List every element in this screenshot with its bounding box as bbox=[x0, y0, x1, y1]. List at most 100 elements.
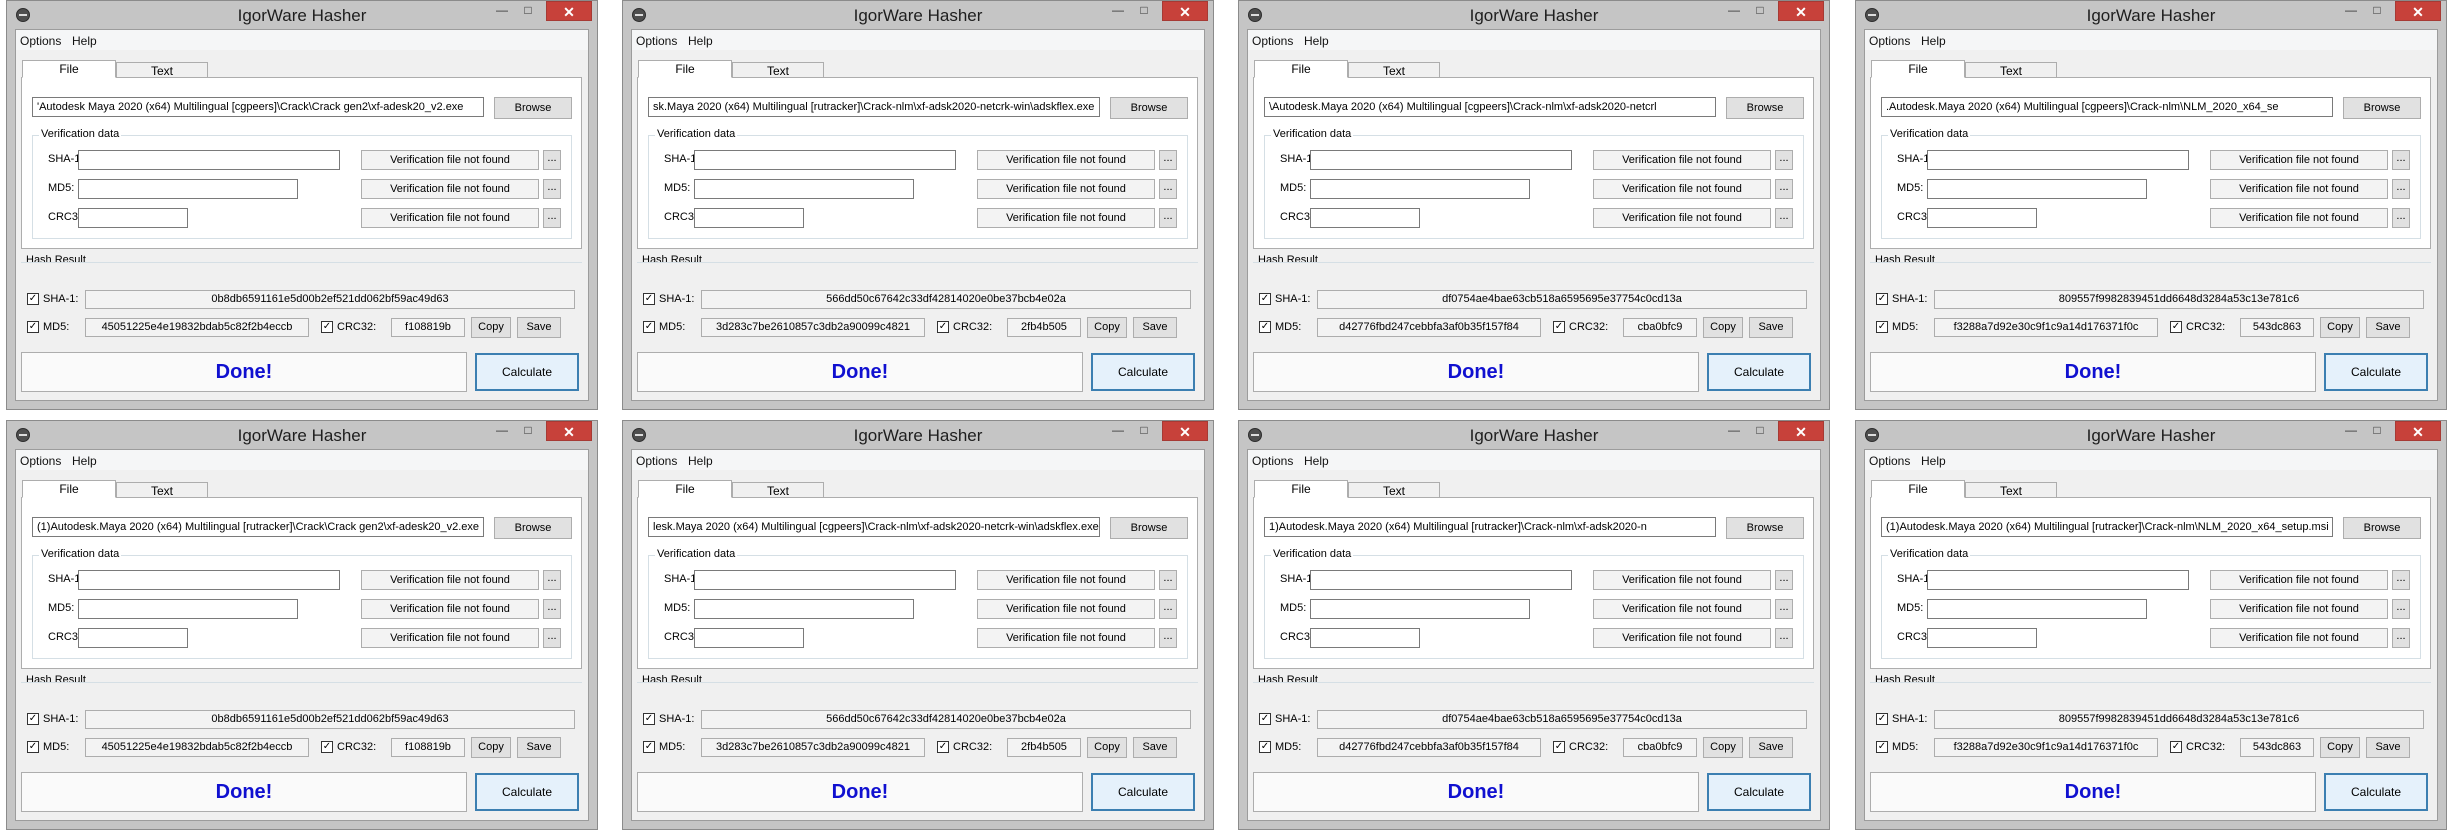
file-path-input[interactable]: sk.Maya 2020 (x64) Multilingual [rutrack… bbox=[648, 97, 1100, 117]
maximize-icon[interactable]: □ bbox=[515, 421, 541, 441]
file-path-input[interactable]: (1)Autodesk.Maya 2020 (x64) Multilingual… bbox=[1881, 517, 2333, 537]
verif-md5-input[interactable] bbox=[1310, 599, 1530, 619]
verif-sha1-input[interactable] bbox=[1927, 150, 2189, 170]
browse-button[interactable]: Browse bbox=[494, 97, 572, 119]
file-path-input[interactable]: \Autodesk.Maya 2020 (x64) Multilingual [… bbox=[1264, 97, 1716, 117]
sha1-checkbox[interactable]: ✓ bbox=[1259, 293, 1271, 305]
save-button[interactable]: Save bbox=[1749, 737, 1793, 758]
menu-help[interactable]: Help bbox=[72, 454, 97, 468]
verif-crc32-browse-button[interactable]: ... bbox=[2392, 628, 2410, 648]
calculate-button[interactable]: Calculate bbox=[1091, 353, 1195, 391]
verif-crc32-input[interactable] bbox=[694, 208, 804, 228]
verif-md5-browse-button[interactable]: ... bbox=[543, 599, 561, 619]
browse-button[interactable]: Browse bbox=[2343, 517, 2421, 539]
verif-sha1-input[interactable] bbox=[1310, 570, 1572, 590]
close-icon[interactable]: ✕ bbox=[546, 1, 592, 21]
file-path-input[interactable]: (1)Autodesk.Maya 2020 (x64) Multilingual… bbox=[32, 517, 484, 537]
calculate-button[interactable]: Calculate bbox=[1091, 773, 1195, 811]
tab-file[interactable]: File bbox=[22, 60, 116, 78]
verif-crc32-browse-button[interactable]: ... bbox=[543, 628, 561, 648]
crc32-checkbox[interactable]: ✓ bbox=[937, 321, 949, 333]
verif-crc32-browse-button[interactable]: ... bbox=[543, 208, 561, 228]
crc32-checkbox[interactable]: ✓ bbox=[937, 741, 949, 753]
close-icon[interactable]: ✕ bbox=[1778, 1, 1824, 21]
verif-md5-browse-button[interactable]: ... bbox=[1775, 599, 1793, 619]
title-bar[interactable]: IgorWare Hasher — □ ✕ bbox=[623, 421, 1213, 449]
verif-md5-input[interactable] bbox=[1310, 179, 1530, 199]
menu-options[interactable]: Options bbox=[1869, 454, 1910, 468]
verif-md5-browse-button[interactable]: ... bbox=[2392, 179, 2410, 199]
calculate-button[interactable]: Calculate bbox=[1707, 773, 1811, 811]
md5-checkbox[interactable]: ✓ bbox=[27, 741, 39, 753]
calculate-button[interactable]: Calculate bbox=[2324, 353, 2428, 391]
copy-button[interactable]: Copy bbox=[2320, 317, 2360, 338]
verif-crc32-browse-button[interactable]: ... bbox=[1775, 208, 1793, 228]
tab-file[interactable]: File bbox=[1871, 60, 1965, 78]
crc32-checkbox[interactable]: ✓ bbox=[321, 741, 333, 753]
tab-file[interactable]: File bbox=[1871, 480, 1965, 498]
sha1-checkbox[interactable]: ✓ bbox=[643, 713, 655, 725]
verif-md5-browse-button[interactable]: ... bbox=[1159, 179, 1177, 199]
minimize-icon[interactable]: — bbox=[1105, 1, 1131, 21]
save-button[interactable]: Save bbox=[2366, 317, 2410, 338]
verif-crc32-input[interactable] bbox=[1927, 208, 2037, 228]
md5-checkbox[interactable]: ✓ bbox=[1259, 741, 1271, 753]
browse-button[interactable]: Browse bbox=[1726, 97, 1804, 119]
verif-crc32-browse-button[interactable]: ... bbox=[2392, 208, 2410, 228]
sha1-checkbox[interactable]: ✓ bbox=[1876, 713, 1888, 725]
crc32-checkbox[interactable]: ✓ bbox=[321, 321, 333, 333]
menu-options[interactable]: Options bbox=[636, 34, 677, 48]
copy-button[interactable]: Copy bbox=[1703, 737, 1743, 758]
verif-crc32-input[interactable] bbox=[78, 628, 188, 648]
maximize-icon[interactable]: □ bbox=[1747, 421, 1773, 441]
close-icon[interactable]: ✕ bbox=[2395, 421, 2441, 441]
title-bar[interactable]: IgorWare Hasher — □ ✕ bbox=[1856, 421, 2446, 449]
crc32-checkbox[interactable]: ✓ bbox=[2170, 741, 2182, 753]
title-bar[interactable]: IgorWare Hasher — □ ✕ bbox=[7, 1, 597, 29]
verif-sha1-browse-button[interactable]: ... bbox=[1159, 570, 1177, 590]
browse-button[interactable]: Browse bbox=[1726, 517, 1804, 539]
copy-button[interactable]: Copy bbox=[471, 737, 511, 758]
save-button[interactable]: Save bbox=[1133, 317, 1177, 338]
verif-crc32-input[interactable] bbox=[694, 628, 804, 648]
verif-md5-input[interactable] bbox=[694, 179, 914, 199]
verif-sha1-browse-button[interactable]: ... bbox=[2392, 570, 2410, 590]
menu-options[interactable]: Options bbox=[20, 454, 61, 468]
maximize-icon[interactable]: □ bbox=[1747, 1, 1773, 21]
verif-sha1-browse-button[interactable]: ... bbox=[543, 150, 561, 170]
verif-md5-input[interactable] bbox=[1927, 179, 2147, 199]
verif-md5-input[interactable] bbox=[78, 599, 298, 619]
tab-file[interactable]: File bbox=[638, 60, 732, 78]
save-button[interactable]: Save bbox=[1749, 317, 1793, 338]
tab-file[interactable]: File bbox=[638, 480, 732, 498]
crc32-checkbox[interactable]: ✓ bbox=[1553, 321, 1565, 333]
copy-button[interactable]: Copy bbox=[1087, 737, 1127, 758]
md5-checkbox[interactable]: ✓ bbox=[1876, 741, 1888, 753]
save-button[interactable]: Save bbox=[517, 317, 561, 338]
verif-sha1-input[interactable] bbox=[78, 150, 340, 170]
minimize-icon[interactable]: — bbox=[489, 1, 515, 21]
verif-crc32-browse-button[interactable]: ... bbox=[1159, 208, 1177, 228]
maximize-icon[interactable]: □ bbox=[2364, 1, 2390, 21]
title-bar[interactable]: IgorWare Hasher — □ ✕ bbox=[7, 421, 597, 449]
close-icon[interactable]: ✕ bbox=[1778, 421, 1824, 441]
minimize-icon[interactable]: — bbox=[1721, 421, 1747, 441]
verif-md5-browse-button[interactable]: ... bbox=[543, 179, 561, 199]
maximize-icon[interactable]: □ bbox=[515, 1, 541, 21]
verif-crc32-input[interactable] bbox=[1310, 208, 1420, 228]
verif-sha1-input[interactable] bbox=[694, 570, 956, 590]
verif-md5-browse-button[interactable]: ... bbox=[2392, 599, 2410, 619]
verif-crc32-browse-button[interactable]: ... bbox=[1775, 628, 1793, 648]
title-bar[interactable]: IgorWare Hasher — □ ✕ bbox=[623, 1, 1213, 29]
menu-options[interactable]: Options bbox=[1869, 34, 1910, 48]
md5-checkbox[interactable]: ✓ bbox=[643, 321, 655, 333]
file-path-input[interactable]: lesk.Maya 2020 (x64) Multilingual [cgpee… bbox=[648, 517, 1100, 537]
minimize-icon[interactable]: — bbox=[1105, 421, 1131, 441]
verif-crc32-input[interactable] bbox=[1310, 628, 1420, 648]
verif-md5-input[interactable] bbox=[1927, 599, 2147, 619]
maximize-icon[interactable]: □ bbox=[1131, 421, 1157, 441]
verif-md5-browse-button[interactable]: ... bbox=[1159, 599, 1177, 619]
verif-crc32-input[interactable] bbox=[1927, 628, 2037, 648]
verif-md5-input[interactable] bbox=[78, 179, 298, 199]
title-bar[interactable]: IgorWare Hasher — □ ✕ bbox=[1239, 1, 1829, 29]
